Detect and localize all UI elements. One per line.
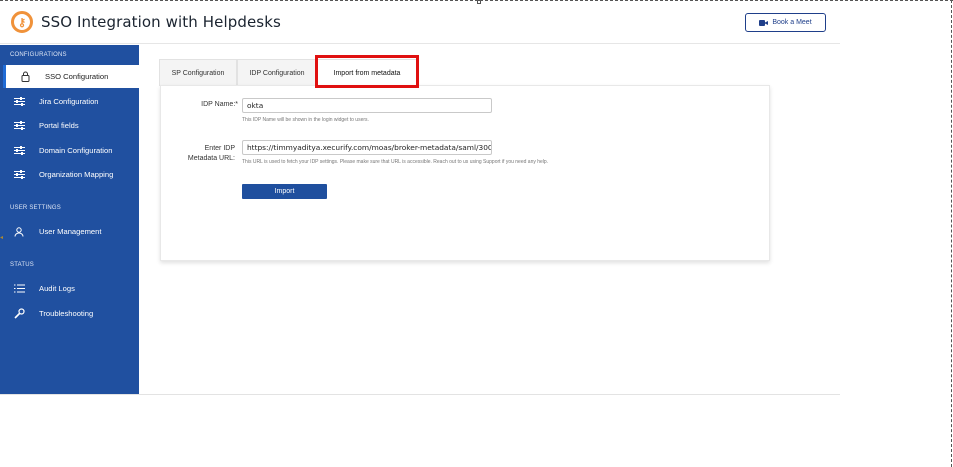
edge-marker: ◂ [0,235,4,241]
wrench-icon [13,308,25,320]
sidebar-item-domain-configuration[interactable]: Domain Configuration [0,139,139,162]
app-logo-icon: ⚷ [11,11,33,33]
sidebar-item-troubleshooting[interactable]: Troubleshooting [0,302,139,325]
metadata-url-label-line1: Enter IDP [204,145,235,152]
user-icon [13,226,25,238]
sidebar-section-user-settings: USER SETTINGS [10,205,61,211]
sidebar-item-audit-logs[interactable]: Audit Logs [0,277,139,300]
tab-import-from-metadata[interactable]: Import from metadata [317,59,417,86]
import-button[interactable]: Import [242,184,327,199]
tab-label: Import from metadata [333,69,401,77]
sidebar-item-organization-mapping[interactable]: Organization Mapping [0,163,139,186]
selection-border-right [951,0,952,467]
tab-idp-configuration[interactable]: IDP Configuration [237,59,317,86]
sidebar-item-sso-configuration[interactable]: SSO Configuration [3,65,139,88]
sliders-icon [13,169,25,181]
metadata-url-label-line2: Metadata URL: [187,155,235,162]
sliders-icon [13,120,25,132]
idp-name-label: IDP Name:* [201,101,238,108]
book-meet-button[interactable]: Book a Meet [745,13,826,32]
lock-icon [19,71,31,83]
book-meet-label: Book a Meet [772,19,812,26]
app-header: ⚷ SSO Integration with Helpdesks Book a … [0,4,840,44]
sidebar: CONFIGURATIONS SSO Configuration Jira Co… [0,45,139,395]
app-title: SSO Integration with Helpdesks [41,13,281,31]
tab-label: SP Configuration [171,69,225,77]
sidebar-item-jira-configuration[interactable]: Jira Configuration [0,90,139,113]
idp-name-help: This IDP Name will be shown in the login… [242,117,369,123]
sliders-icon [13,145,25,157]
metadata-url-label: Enter IDP Metadata URL: [160,144,235,164]
sliders-icon [13,96,25,108]
tab-sp-configuration[interactable]: SP Configuration [159,59,237,86]
sidebar-item-label: Organization Mapping [39,170,114,179]
tab-label: IDP Configuration [249,69,305,77]
sidebar-item-user-management[interactable]: User Management [0,220,139,243]
metadata-url-help: This URL is used to fetch your IDP setti… [242,159,549,165]
sidebar-item-label: Jira Configuration [39,97,99,106]
metadata-url-input[interactable]: https://timmyaditya.xecurify.com/moas/br… [242,140,492,155]
sidebar-section-status: STATUS [10,262,34,268]
sidebar-item-label: Troubleshooting [39,309,94,318]
sidebar-item-portal-fields[interactable]: Portal fields [0,114,139,137]
idp-name-input[interactable]: okta [242,98,492,113]
sidebar-item-label: SSO Configuration [45,72,109,81]
sidebar-section-configurations: CONFIGURATIONS [10,52,67,58]
sidebar-item-label: User Management [39,227,102,236]
sidebar-item-label: Domain Configuration [39,146,113,155]
video-camera-icon [759,19,769,26]
key-icon: ⚷ [18,17,27,29]
footer-divider [0,394,840,395]
sidebar-item-label: Portal fields [39,121,79,130]
list-icon [13,283,25,295]
sidebar-item-label: Audit Logs [39,284,75,293]
